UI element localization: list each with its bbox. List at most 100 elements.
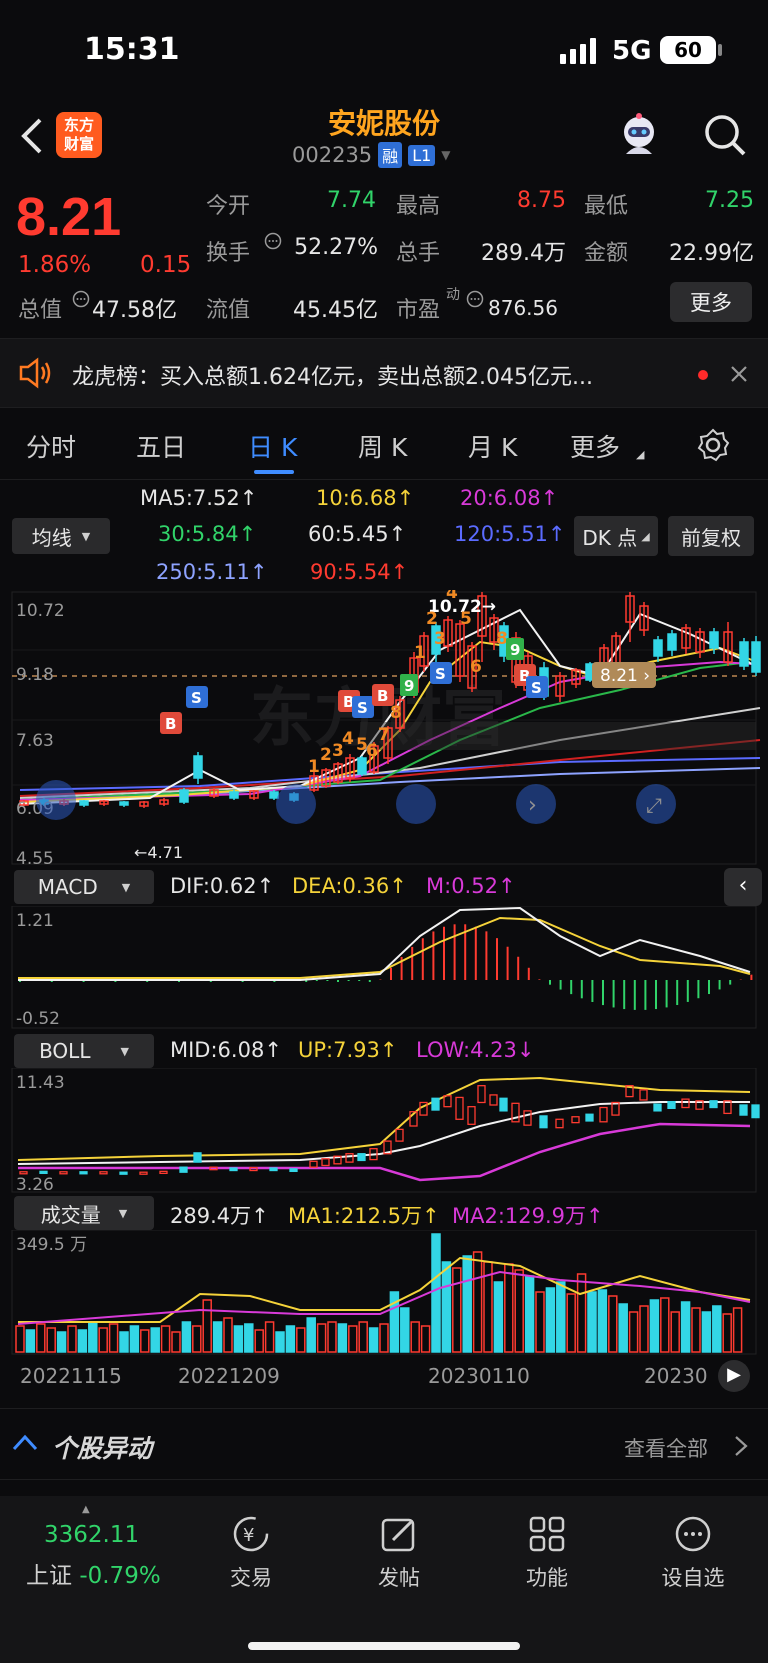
boll-candle — [599, 1106, 608, 1123]
mcap-label: 总值 — [18, 298, 63, 323]
date-label: 20230110 — [428, 1364, 530, 1388]
volume-bar — [691, 1307, 701, 1353]
nav-watchlist[interactable]: 设自选 — [646, 1514, 740, 1592]
candle-body — [751, 641, 761, 673]
boll-candle — [345, 1153, 354, 1163]
info-icon[interactable] — [466, 290, 484, 308]
volume-bar — [36, 1323, 46, 1353]
float-value: 45.45亿 — [293, 298, 378, 323]
stock-code-row[interactable]: 002235 融 L1 ▼ — [292, 142, 451, 168]
volume-bar — [181, 1321, 192, 1353]
macd-header: MACD ▼ DIF:0.62↑ DEA:0.36↑ M:0.52↑ ‹ — [0, 868, 768, 908]
boll-candle — [523, 1110, 532, 1126]
macd-chart[interactable]: 1.21 -0.52 — [0, 906, 768, 1030]
boll-y-top: 11.43 — [16, 1073, 65, 1093]
low-marker: ←4.71 — [134, 843, 183, 862]
svg-text:1: 1 — [308, 757, 320, 777]
boll-header: BOLL ▼ MID:6.08↑ UP:7.93↑ LOW:4.23↓ — [0, 1032, 768, 1072]
boll-candle — [489, 1094, 498, 1106]
boll-candle — [555, 1118, 564, 1129]
vol-value: 289.4万↑ — [170, 1204, 269, 1228]
chevron-right-icon — [735, 1436, 748, 1456]
index-up-arrow: ▲ — [82, 1504, 90, 1515]
candle-body — [193, 755, 203, 779]
boll-candle — [467, 1106, 476, 1125]
nav-functions[interactable]: 功能 — [500, 1514, 594, 1592]
nav-trade[interactable]: ¥ 交易 — [204, 1514, 298, 1592]
svg-text:S: S — [191, 689, 202, 707]
volume-bar — [452, 1267, 462, 1353]
boll-up: UP:7.93↑ — [298, 1038, 398, 1062]
volume-bar — [576, 1273, 587, 1353]
boll-selector[interactable]: BOLL ▼ — [14, 1034, 154, 1068]
volume-bar — [15, 1325, 25, 1353]
svg-text:5: 5 — [460, 609, 472, 629]
volume-bar — [462, 1255, 472, 1353]
collapse-button[interactable]: ‹ — [724, 868, 762, 906]
svg-text:9: 9 — [510, 641, 520, 659]
volume-bar — [608, 1295, 618, 1353]
yen-exchange-icon: ¥ — [233, 1516, 269, 1552]
info-icon[interactable] — [72, 290, 90, 308]
volume-label: 总手 — [396, 241, 441, 266]
ma-selector[interactable]: 均线 ▼ — [12, 518, 110, 554]
volume-chart[interactable]: 349.5 万 — [0, 1230, 768, 1356]
kline-chart[interactable]: 东方财富 10.72 9.18 7.63 6.09 4.55 10.72→ ←4… — [0, 590, 768, 870]
volume-bar — [535, 1291, 545, 1353]
tab-monthly-k[interactable]: 月 K — [468, 428, 517, 464]
battery-icon: 60 — [660, 36, 716, 64]
boll-y-bottom: 3.26 — [16, 1175, 54, 1194]
adjust-button[interactable]: 前复权 — [668, 516, 754, 556]
view-all-link[interactable]: 查看全部 — [624, 1433, 708, 1463]
tab-five-day[interactable]: 五日 — [136, 428, 186, 464]
boll-low: LOW:4.23↓ — [416, 1038, 535, 1062]
vol-selector[interactable]: 成交量 ▼ — [14, 1196, 154, 1230]
badge-rong: 融 — [378, 142, 403, 168]
turnover-value: 52.27% — [294, 235, 378, 260]
candle-body — [653, 639, 663, 657]
stock-movers-bar[interactable]: 个股异动 查看全部 — [0, 1408, 768, 1480]
boll-candle — [739, 1104, 748, 1116]
home-indicator — [248, 1642, 520, 1650]
boll-candle — [139, 1171, 148, 1175]
edit-post-icon — [381, 1518, 415, 1552]
svg-text:3: 3 — [434, 629, 446, 649]
robot-assistant-icon[interactable] — [616, 112, 662, 158]
macd-selector[interactable]: MACD ▼ — [14, 870, 154, 904]
volume-bar — [192, 1325, 202, 1353]
macd-y-bottom: -0.52 — [16, 1009, 60, 1029]
volume-bar — [441, 1261, 452, 1353]
ma250-value: 250:5.11↑ — [156, 560, 268, 584]
index-value[interactable]: 3362.11 — [44, 1522, 139, 1548]
tab-weekly-k[interactable]: 周 K — [358, 428, 407, 464]
close-icon[interactable] — [730, 365, 748, 383]
tab-active-indicator — [254, 470, 294, 474]
volume-bar — [379, 1323, 389, 1353]
index-row[interactable]: 上证 -0.79% — [26, 1556, 161, 1590]
boll-chart[interactable]: 11.43 3.26 — [0, 1068, 768, 1194]
search-icon[interactable] — [702, 112, 748, 158]
tab-more[interactable]: 更多 — [570, 428, 620, 464]
change-amt: 0.15 — [140, 252, 192, 278]
more-button[interactable]: 更多 — [670, 282, 752, 322]
ma-legend: MA5:7.52↑ 10:6.68↑ 20:6.08↑ 均线 ▼ 30:5.84↑… — [0, 480, 768, 588]
signal-icon — [560, 38, 596, 64]
ma10-value: 10:6.68↑ — [316, 486, 415, 510]
volume-bar — [306, 1317, 316, 1353]
tab-daily-k[interactable]: 日 K — [248, 428, 297, 464]
boll-candle — [59, 1171, 68, 1175]
news-bar[interactable]: 龙虎榜：买入总额1.624亿元，卖出总额2.045亿元... — [0, 338, 768, 408]
boll-candle — [571, 1116, 580, 1124]
settings-gear-icon[interactable] — [696, 428, 730, 462]
svg-text:S: S — [531, 679, 542, 697]
volume-bar — [108, 1323, 119, 1353]
ma5-value: MA5:7.52↑ — [140, 486, 258, 510]
boll-candle — [751, 1104, 760, 1119]
scroll-right-icon[interactable]: ▶ — [718, 1360, 750, 1392]
candle-body — [739, 641, 749, 667]
dk-point-button[interactable]: DK 点 ◢ — [574, 516, 658, 556]
vol-header: 成交量 ▼ 289.4万↑ MA1:212.5万↑ MA2:129.9万↑ — [0, 1194, 768, 1234]
tab-minute[interactable]: 分时 — [26, 428, 76, 464]
nav-post[interactable]: 发帖 — [352, 1514, 446, 1592]
volume-bar — [337, 1323, 348, 1353]
